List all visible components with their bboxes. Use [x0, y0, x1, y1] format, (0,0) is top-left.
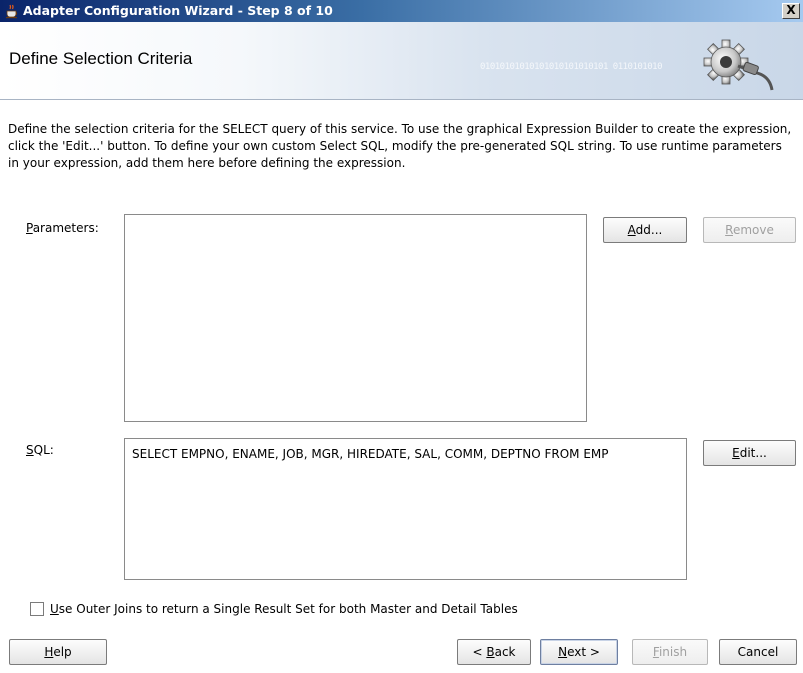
finish-button[interactable]: Finish — [632, 639, 708, 665]
add-parameter-button[interactable]: Add... — [603, 217, 687, 243]
parameters-list[interactable] — [124, 214, 587, 422]
parameters-label: Parameters: — [26, 221, 99, 235]
wizard-header: Define Selection Criteria 01010101010101… — [0, 22, 803, 100]
sql-textarea[interactable]: SELECT EMPNO, ENAME, JOB, MGR, HIREDATE,… — [124, 438, 687, 580]
help-button[interactable]: Help — [9, 639, 107, 665]
window-title: Adapter Configuration Wizard - Step 8 of… — [23, 3, 333, 18]
close-button[interactable]: X — [782, 3, 800, 19]
remove-parameter-button[interactable]: Remove — [703, 217, 796, 243]
close-icon: X — [786, 3, 796, 17]
title-bar: Adapter Configuration Wizard - Step 8 of… — [0, 0, 803, 22]
edit-sql-button[interactable]: Edit... — [703, 440, 796, 466]
cancel-button[interactable]: Cancel — [719, 639, 797, 665]
sql-label: SQL: — [26, 443, 54, 457]
sql-text: SELECT EMPNO, ENAME, JOB, MGR, HIREDATE,… — [132, 447, 609, 461]
gear-plug-icon — [703, 39, 774, 91]
instructions-text: Define the selection criteria for the SE… — [8, 122, 792, 170]
next-button[interactable]: Next > — [540, 639, 618, 665]
java-cup-icon — [6, 4, 18, 19]
page-title: Define Selection Criteria — [9, 49, 193, 68]
back-button[interactable]: < Back — [457, 639, 531, 665]
header-decoration: 01010101010101010101010101 0110101010 — [480, 62, 662, 72]
outer-join-label[interactable]: Use Outer Joins to return a Single Resul… — [50, 602, 518, 616]
outer-join-checkbox[interactable] — [30, 602, 44, 616]
